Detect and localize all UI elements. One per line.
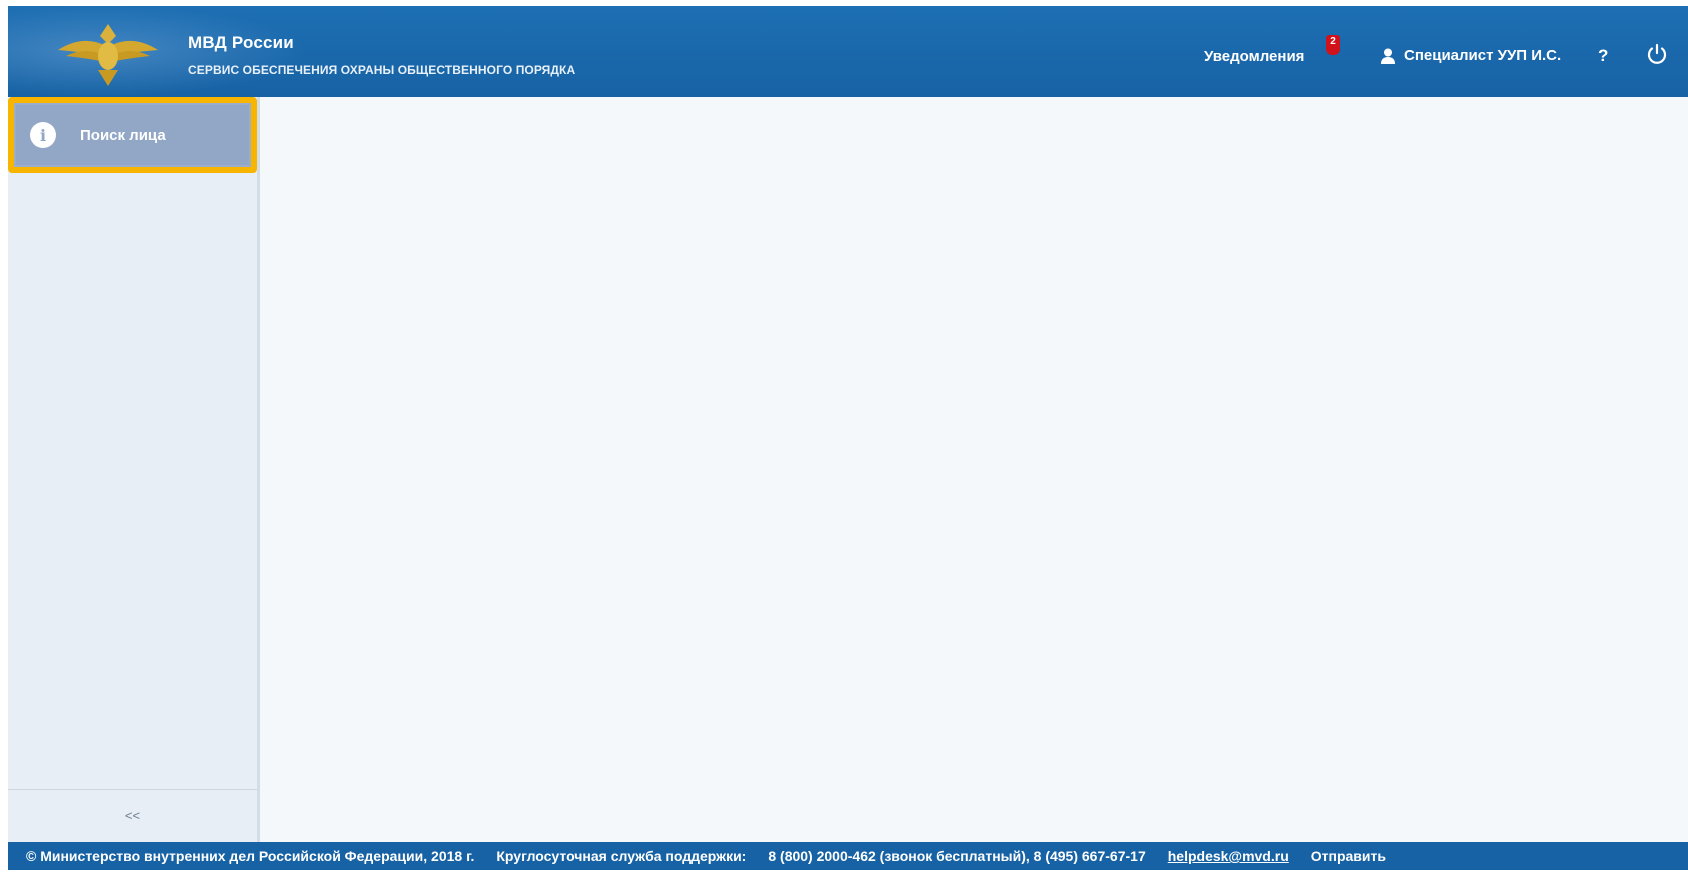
user-icon bbox=[1381, 48, 1395, 64]
footer-copyright: © Министерство внутренних дел Российской… bbox=[26, 848, 475, 864]
app-frame: МВД России СЕРВИС ОБЕСПЕЧЕНИЯ ОХРАНЫ ОБЩ… bbox=[8, 6, 1688, 870]
app-subtitle: СЕРВИС ОБЕСПЕЧЕНИЯ ОХРАНЫ ОБЩЕСТВЕННОГО … bbox=[188, 63, 576, 77]
app-footer: © Министерство внутренних дел Российской… bbox=[8, 842, 1688, 870]
app-header: МВД России СЕРВИС ОБЕСПЕЧЕНИЯ ОХРАНЫ ОБЩ… bbox=[8, 6, 1688, 97]
collapse-sidebar-button[interactable]: << bbox=[8, 790, 257, 840]
help-button[interactable]: ? bbox=[1598, 46, 1608, 66]
sidebar-item-label: Поиск лица bbox=[80, 126, 166, 144]
footer-phones: 8 (800) 2000-462 (звонок бесплатный), 8 … bbox=[768, 848, 1146, 864]
notifications-badge: 2 bbox=[1326, 35, 1340, 55]
sidebar: i Поиск лица << bbox=[8, 97, 260, 842]
footer-support-label: Круглосуточная служба поддержки: bbox=[496, 848, 747, 864]
footer-send-link[interactable]: Отправить bbox=[1311, 848, 1386, 864]
user-menu[interactable]: Специалист УУП И.С. bbox=[1380, 47, 1561, 64]
emblem-icon bbox=[58, 24, 158, 86]
notifications-link[interactable]: Уведомления bbox=[1204, 48, 1304, 65]
sidebar-item-person-search[interactable]: i Поиск лица bbox=[16, 105, 249, 165]
power-icon[interactable] bbox=[1645, 42, 1669, 66]
user-name: Специалист УУП И.С. bbox=[1404, 47, 1562, 64]
main-content bbox=[260, 97, 1688, 842]
notifications-label: Уведомления bbox=[1204, 48, 1305, 65]
app-title: МВД России bbox=[188, 33, 294, 52]
footer-email-link[interactable]: helpdesk@mvd.ru bbox=[1168, 848, 1289, 864]
info-icon: i bbox=[30, 122, 56, 148]
